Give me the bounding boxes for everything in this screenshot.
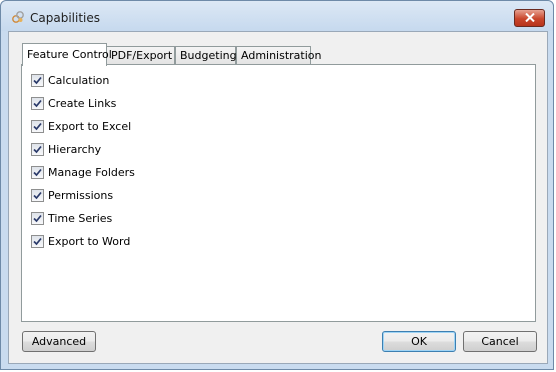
feature-checkbox-row[interactable]: Export to Word [31,233,130,249]
checkmark-icon [33,145,42,153]
checkbox-label: Export to Word [48,234,131,248]
checkmark-icon [33,214,42,222]
checkbox-hierarchy[interactable] [31,142,44,156]
close-icon [524,12,535,25]
checkmark-icon [33,237,42,245]
tab-administration[interactable]: Administration [236,46,322,64]
checkbox-label: Time Series [48,211,113,225]
tab-budgeting[interactable]: Budgeting [175,46,237,64]
checkbox-manage-folders[interactable] [31,165,44,179]
checkbox-export-to-excel[interactable] [31,119,44,133]
feature-checkbox-row[interactable]: Manage Folders [31,164,135,180]
checkbox-permissions[interactable] [31,188,44,202]
capabilities-dialog: Capabilities Feature Control PDF/Export … [0,0,554,370]
app-icon [11,10,25,24]
checkmark-icon [33,168,42,176]
checkbox-export-to-word[interactable] [31,234,44,248]
checkbox-label: Create Links [48,96,117,110]
checkbox-label: Calculation [48,73,110,87]
checkbox-label: Export to Excel [48,119,132,133]
close-button[interactable] [514,9,545,27]
checkmark-icon [33,76,42,84]
dialog-body: Feature Control PDF/Export Budgeting Adm… [8,31,548,364]
feature-checkbox-row[interactable]: Permissions [31,187,113,203]
tab-pdf-export[interactable]: PDF/Export [106,46,175,64]
feature-checkbox-row[interactable]: Calculation [31,72,109,88]
checkmark-icon [33,99,42,107]
window-title: Capabilities [30,11,100,25]
checkbox-create-links[interactable] [31,96,44,110]
checkbox-label: Hierarchy [48,142,102,156]
checkbox-calculation[interactable] [31,73,44,87]
feature-checkbox-row[interactable]: Create Links [31,95,116,111]
cancel-button[interactable]: Cancel [463,331,537,352]
advanced-button[interactable]: Advanced [22,331,96,352]
feature-checkbox-row[interactable]: Hierarchy [31,141,101,157]
checkbox-label: Manage Folders [48,165,135,179]
title-bar[interactable]: Capabilities [1,1,553,31]
checkmark-icon [33,122,42,130]
feature-checkbox-row[interactable]: Export to Excel [31,118,131,134]
feature-control-panel: Calculation Create Links Export to Excel… [21,64,536,322]
tab-feature-control[interactable]: Feature Control [22,43,112,66]
ok-button[interactable]: OK [382,331,456,352]
feature-checkbox-row[interactable]: Time Series [31,210,112,226]
checkmark-icon [33,191,42,199]
checkbox-time-series[interactable] [31,211,44,225]
checkbox-label: Permissions [48,188,114,202]
